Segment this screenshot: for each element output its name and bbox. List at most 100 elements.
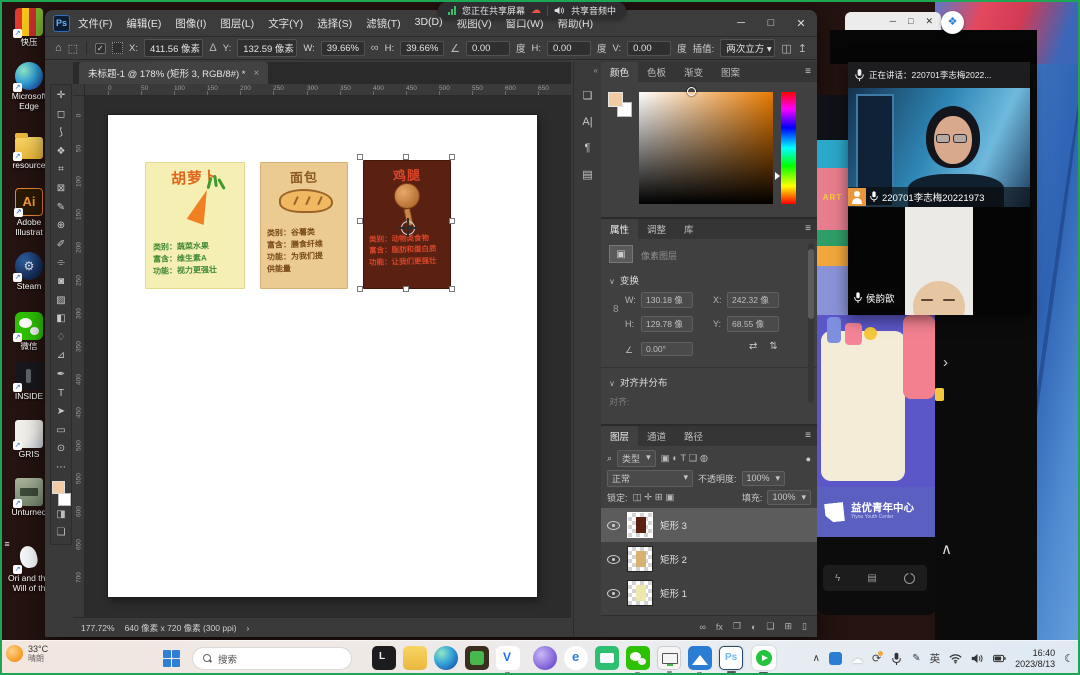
hue-slider[interactable] bbox=[781, 92, 796, 204]
power-icon[interactable] bbox=[904, 573, 915, 584]
panel-menu-icon[interactable]: ≡ bbox=[805, 66, 811, 77]
skew-h-field[interactable]: 0.00 bbox=[547, 41, 591, 56]
panel-color-swatches[interactable] bbox=[608, 92, 634, 122]
transform-handle[interactable] bbox=[449, 218, 455, 224]
menu-select[interactable]: 选择(S) bbox=[317, 16, 352, 31]
rotate-angle-field[interactable]: 0.00 bbox=[466, 41, 510, 56]
transform-handle[interactable] bbox=[449, 286, 455, 292]
taskbar-photoshop[interactable] bbox=[719, 646, 743, 670]
tab-adjustments[interactable]: 调整 bbox=[638, 219, 675, 239]
taskbar-app-green[interactable] bbox=[465, 646, 489, 670]
taskbar-wechat[interactable] bbox=[626, 646, 650, 670]
rectangle-tool-icon[interactable]: ▭ bbox=[51, 422, 71, 441]
quick-mask-icon[interactable]: ◨ bbox=[51, 506, 71, 524]
fill-select[interactable]: 100%▾ bbox=[767, 490, 811, 505]
mic-tray-icon[interactable] bbox=[890, 652, 903, 665]
link-wh-icon[interactable]: 8 bbox=[613, 304, 619, 315]
battery-icon[interactable] bbox=[993, 652, 1006, 665]
brush-tool-icon[interactable]: ✐ bbox=[51, 236, 71, 255]
transform-handle[interactable] bbox=[449, 154, 455, 160]
reference-point-checkbox[interactable]: ✓ bbox=[95, 43, 106, 54]
tab-gradients[interactable]: 渐变 bbox=[675, 62, 712, 82]
panel-menu-icon[interactable]: ≡ bbox=[805, 223, 811, 234]
assistant-bubble-icon[interactable]: ❖ bbox=[941, 11, 964, 34]
libraries-panel-icon[interactable]: ▤ bbox=[577, 168, 599, 181]
tab-patterns[interactable]: 图案 bbox=[712, 62, 749, 82]
menu-image[interactable]: 图像(I) bbox=[175, 16, 206, 31]
transform-preset-icon[interactable]: ⬚ bbox=[68, 42, 78, 55]
tab-layers[interactable]: 图层 bbox=[601, 426, 638, 446]
layer-filter-icons[interactable]: ▣ ◐ T ❑ ◍ bbox=[661, 453, 709, 464]
maximize-icon[interactable]: □ bbox=[765, 17, 777, 29]
transform-section-header[interactable]: ∨变换 bbox=[609, 273, 639, 287]
eyedropper-tool-icon[interactable]: ✎ bbox=[51, 199, 71, 218]
taskbar-photos-app[interactable] bbox=[688, 646, 712, 670]
taskbar-file-explorer[interactable] bbox=[403, 646, 427, 670]
delete-layer-icon[interactable]: ▯ bbox=[802, 621, 807, 632]
panel-scrollbar[interactable] bbox=[808, 243, 814, 403]
layer-thumbnail[interactable] bbox=[627, 580, 653, 606]
clock[interactable]: 16:40 2023/8/13 bbox=[1015, 648, 1055, 670]
quick-selection-tool-icon[interactable]: ❖ bbox=[51, 143, 71, 162]
canvas[interactable]: 胡萝卜 类别：蔬菜水果 富含：维生素A 功能：视力更强壮 面包 bbox=[108, 115, 537, 597]
history-panel-icon[interactable]: ❏ bbox=[577, 89, 599, 102]
chevron-right-icon[interactable]: › bbox=[943, 354, 948, 371]
color-picker-cursor[interactable] bbox=[687, 87, 696, 96]
healing-brush-tool-icon[interactable]: ⊕ bbox=[51, 217, 71, 236]
layer-filter-select[interactable]: 类型▾ bbox=[617, 450, 656, 467]
taskbar-screen-cast[interactable] bbox=[657, 646, 681, 670]
relative-position-toggle[interactable]: Δ bbox=[209, 42, 216, 54]
chevron-up-icon[interactable]: ∧ bbox=[941, 540, 952, 558]
link-dimensions-icon[interactable]: ∞ bbox=[371, 42, 379, 54]
flash-icon[interactable]: ϟ bbox=[835, 573, 840, 584]
minimize-icon[interactable]: ─ bbox=[890, 16, 896, 26]
pen-icon[interactable]: ✎ bbox=[912, 653, 920, 664]
marquee-tool-icon[interactable]: ◻ bbox=[51, 106, 71, 125]
layer-search-icon[interactable]: ⌕ bbox=[607, 453, 612, 464]
tab-channels[interactable]: 通道 bbox=[638, 426, 675, 446]
new-layer-icon[interactable]: ⊞ bbox=[785, 621, 793, 632]
layer-thumbnail[interactable] bbox=[627, 512, 653, 538]
visibility-eye-icon[interactable] bbox=[607, 555, 620, 564]
layer-thumbnail[interactable] bbox=[627, 546, 653, 572]
panel-menu-icon[interactable]: ≡ bbox=[805, 430, 811, 441]
taskbar-app-mail[interactable] bbox=[595, 646, 619, 670]
tab-color[interactable]: 颜色 bbox=[601, 62, 638, 82]
status-chevron-icon[interactable]: › bbox=[247, 623, 250, 633]
frame-tool-icon[interactable]: ⊠ bbox=[51, 180, 71, 199]
display-settings-icon[interactable]: ▤ bbox=[867, 573, 876, 584]
prop-x-field[interactable]: 242.32 像 bbox=[727, 292, 779, 308]
focus-assist-moon-icon[interactable]: ☾ bbox=[1064, 652, 1074, 665]
transform-handle[interactable] bbox=[403, 154, 409, 160]
width-field[interactable]: 39.66% bbox=[321, 41, 365, 56]
path-selection-tool-icon[interactable]: ➤ bbox=[51, 403, 71, 422]
layer-row-rect3[interactable]: 矩形 3 bbox=[601, 508, 817, 542]
prop-height-field[interactable]: 129.78 像 bbox=[641, 316, 693, 332]
lock-icons[interactable]: ◫ ✛ ⊞ ▣ bbox=[633, 492, 675, 503]
y-position-field[interactable]: 132.59 像素 bbox=[237, 39, 297, 57]
card-carrot[interactable]: 胡萝卜 类别：蔬菜水果 富含：维生素A 功能：视力更强壮 bbox=[145, 162, 245, 289]
tab-swatches[interactable]: 色板 bbox=[638, 62, 675, 82]
tab-paths[interactable]: 路径 bbox=[675, 426, 712, 446]
height-field[interactable]: 39.66% bbox=[400, 41, 444, 56]
layer-mask-icon[interactable]: ❒ bbox=[733, 621, 741, 632]
close-icon[interactable]: ✕ bbox=[925, 16, 933, 27]
layer-style-icon[interactable]: fx bbox=[716, 622, 723, 632]
dodge-tool-icon[interactable]: ⊿ bbox=[51, 347, 71, 366]
type-tool-icon[interactable]: T bbox=[51, 385, 71, 404]
menu-layer[interactable]: 图层(L) bbox=[220, 16, 254, 31]
transform-handle[interactable] bbox=[357, 286, 363, 292]
start-button[interactable] bbox=[163, 650, 180, 667]
paragraph-panel-icon[interactable]: ¶ bbox=[577, 142, 599, 154]
taskbar-app-purple[interactable] bbox=[533, 646, 557, 670]
menu-file[interactable]: 文件(F) bbox=[78, 16, 112, 31]
minimize-icon[interactable]: ─ bbox=[735, 17, 747, 29]
layer-group-icon[interactable]: ❑ bbox=[766, 621, 774, 632]
tab-libraries[interactable]: 库 bbox=[675, 219, 703, 239]
eraser-tool-icon[interactable]: ▨ bbox=[51, 292, 71, 311]
flip-horizontal-icon[interactable]: ⇄ bbox=[749, 341, 757, 352]
blend-mode-select[interactable]: 正常▾ bbox=[607, 470, 693, 487]
taskbar-app-dark[interactable] bbox=[372, 646, 396, 670]
card-bread[interactable]: 面包 类别：谷薯类 富含：膳食纤维 功能：为我们提 供能量 bbox=[260, 162, 348, 289]
video-tile-1[interactable]: 220701李志梅20221973 bbox=[848, 88, 1030, 207]
